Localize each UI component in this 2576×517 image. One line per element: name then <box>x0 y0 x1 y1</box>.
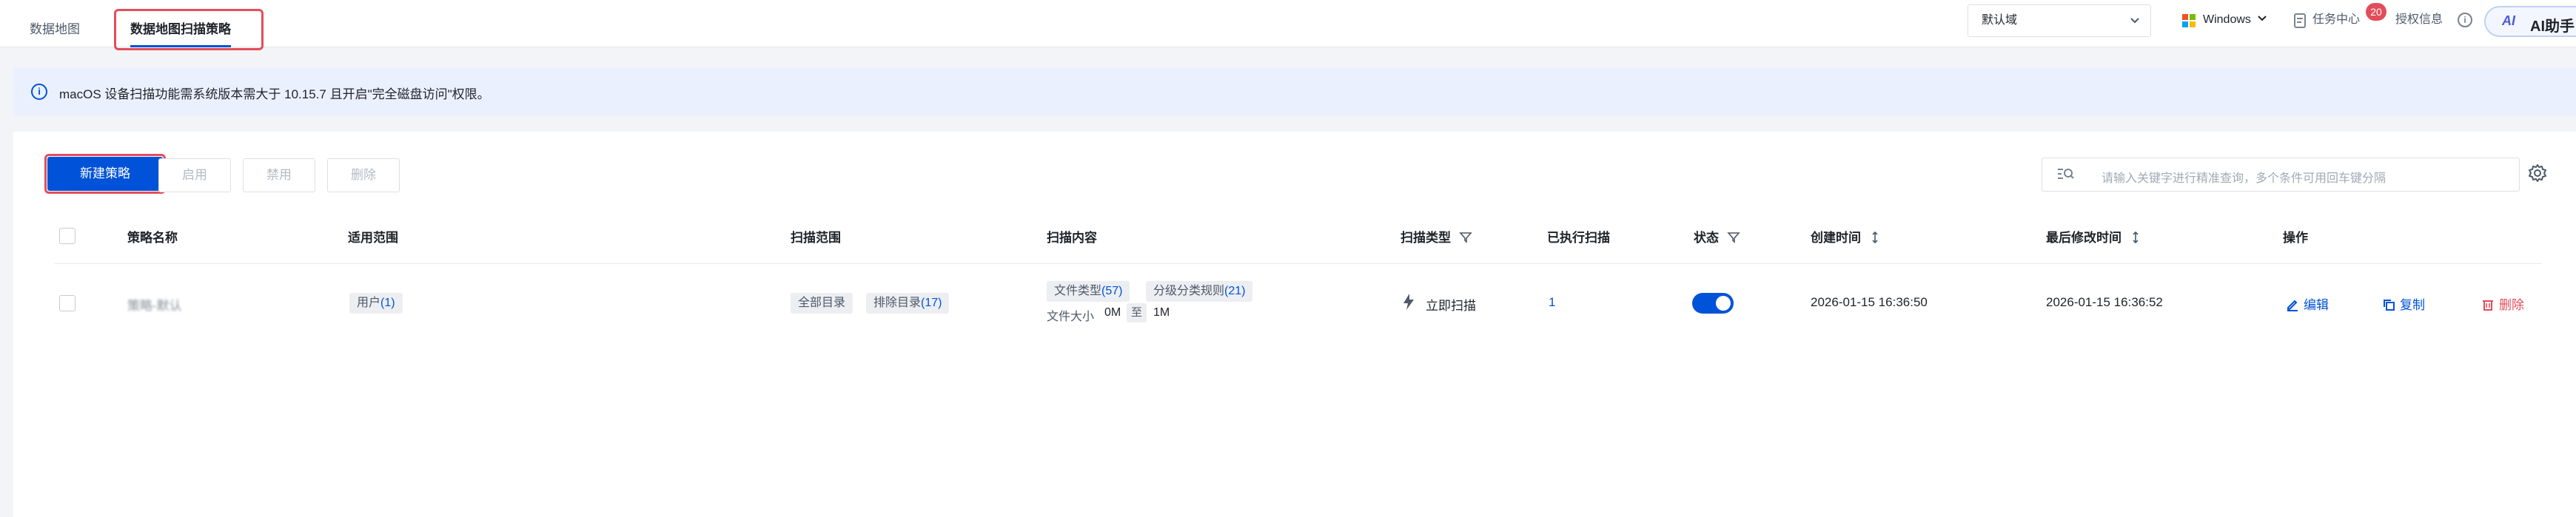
new-policy-button[interactable]: 新建策略 <box>47 157 163 191</box>
column-header-scan-range: 扫描范围 <box>791 231 841 245</box>
file-size-to: 至 <box>1127 303 1147 322</box>
column-header-scan-type-label: 扫描类型 <box>1401 231 1451 245</box>
file-type-count: (57) <box>1101 285 1123 297</box>
classification-rule-count: (21) <box>1224 285 1246 297</box>
column-header-scan-content: 扫描内容 <box>1047 231 1097 245</box>
column-header-created: 创建时间 <box>1811 227 1879 246</box>
column-header-executed: 已执行扫描 <box>1547 231 1610 245</box>
info-icon: i <box>31 84 47 100</box>
domain-select[interactable]: 默认域 <box>1968 4 2151 37</box>
status-toggle[interactable] <box>1692 293 1734 314</box>
lightning-icon <box>1403 294 1414 310</box>
delete-button[interactable]: 删除 <box>327 158 400 192</box>
column-header-status-label: 状态 <box>1694 231 1719 245</box>
sort-icon[interactable] <box>2131 231 2140 244</box>
task-center-link[interactable]: 任务中心 <box>2312 0 2360 40</box>
top-header: 数据地图 数据地图扫描策略 默认域 Windows 任务中心 20 授权信息 i… <box>0 0 2576 50</box>
column-header-created-label: 创建时间 <box>1811 231 1861 245</box>
column-header-actions: 操作 <box>2283 231 2308 245</box>
created-time: 2026-01-15 16:36:50 <box>1811 295 1928 309</box>
domain-select-value: 默认域 <box>1982 14 2018 27</box>
row-checkbox[interactable] <box>59 295 76 311</box>
scope-tag[interactable]: 用户(1) <box>349 293 403 314</box>
scan-type-value: 立即扫描 <box>1426 299 1476 313</box>
search-input[interactable]: 请输入关键字进行精准查询，多个条件可用回车键分隔 <box>2102 168 2386 186</box>
enable-button[interactable]: 启用 <box>158 158 231 192</box>
file-size-label: 文件大小 <box>1047 311 1095 323</box>
file-type-label: 文件类型 <box>1054 285 1102 297</box>
search-box[interactable]: 请输入关键字进行精准查询，多个条件可用回车键分隔 <box>2042 158 2520 192</box>
sort-icon[interactable] <box>1871 231 1879 244</box>
column-header-name: 策略名称 <box>127 231 178 245</box>
filter-icon[interactable] <box>1458 232 1472 243</box>
column-header-scope: 适用范围 <box>348 231 398 245</box>
ai-assistant-label: AI助手 <box>2530 18 2575 35</box>
file-size-max: 1M <box>1153 306 1170 319</box>
notice-text: macOS 设备扫描功能需系统版本需大于 10.15.7 且开启"完全磁盘访问"… <box>59 87 490 101</box>
notice-banner: i macOS 设备扫描功能需系统版本需大于 10.15.7 且开启"完全磁盘访… <box>13 68 2576 115</box>
copy-button[interactable]: 复制 <box>2382 294 2425 313</box>
document-icon <box>2294 13 2306 28</box>
delete-label: 删除 <box>2499 298 2524 312</box>
filter-icon[interactable] <box>1726 232 1740 243</box>
column-header-modified-label: 最后修改时间 <box>2046 231 2121 245</box>
column-header-status: 状态 <box>1694 227 1740 246</box>
gear-icon[interactable] <box>2527 163 2548 183</box>
exclude-dir-count: (17) <box>921 297 942 309</box>
trash-icon <box>2483 300 2493 311</box>
filter-search-icon <box>2058 169 2074 179</box>
column-header-scan-type: 扫描类型 <box>1401 227 1472 246</box>
edit-label: 编辑 <box>2304 298 2329 312</box>
executed-count-link[interactable]: 1 <box>1549 295 1555 310</box>
scan-range-tag: 全部目录 <box>791 293 853 314</box>
license-info-link[interactable]: 授权信息 <box>2395 0 2443 40</box>
chevron-down-icon <box>2130 5 2140 48</box>
modified-time: 2026-01-15 16:36:52 <box>2046 295 2163 309</box>
select-all-checkbox[interactable] <box>59 228 76 244</box>
copy-label: 复制 <box>2400 298 2425 312</box>
policy-name[interactable]: 策略-默认 <box>127 295 182 314</box>
policy-card: 新建策略 启用 禁用 删除 请输入关键字进行精准查询，多个条件可用回车键分隔 策… <box>13 132 2576 517</box>
scope-tag-count: (1) <box>380 297 395 309</box>
file-type-tag[interactable]: 文件类型(57) <box>1047 281 1130 302</box>
windows-icon <box>2182 14 2196 27</box>
column-header-modified: 最后修改时间 <box>2046 227 2140 246</box>
task-count-badge: 20 <box>2366 3 2387 21</box>
header-divider <box>55 263 2542 264</box>
ai-assistant-button[interactable]: AI AI助手 <box>2484 6 2576 37</box>
exclude-dir-tag[interactable]: 排除目录(17) <box>866 293 950 314</box>
exclude-dir-label: 排除目录 <box>873 297 922 309</box>
classification-rule-tag[interactable]: 分级分类规则(21) <box>1146 281 1253 302</box>
classification-rule-label: 分级分类规则 <box>1153 285 1225 297</box>
ai-logo-icon: AI <box>2502 13 2515 28</box>
edit-button[interactable]: 编辑 <box>2286 294 2329 313</box>
scope-tag-label: 用户 <box>357 297 381 309</box>
copy-icon <box>2384 300 2395 311</box>
tab-data-map[interactable]: 数据地图 <box>30 0 80 47</box>
file-size-min: 0M <box>1104 306 1121 319</box>
chevron-down-icon <box>2258 16 2267 21</box>
tab-scan-policy[interactable]: 数据地图扫描策略 <box>130 0 231 47</box>
info-icon[interactable]: i <box>2458 13 2472 27</box>
edit-icon <box>2287 300 2298 311</box>
os-select-value: Windows <box>2203 13 2251 26</box>
disable-button[interactable]: 禁用 <box>243 158 315 192</box>
delete-row-button[interactable]: 删除 <box>2481 294 2524 313</box>
os-select[interactable]: Windows <box>2203 0 2267 40</box>
